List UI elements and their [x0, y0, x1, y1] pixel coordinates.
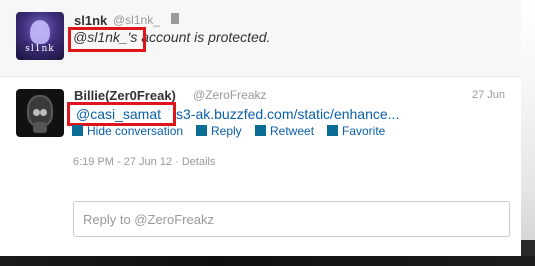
- protected-tweet: sl1nk sl1nk @sl1nk_ @sl1nk_'s account is…: [0, 0, 521, 77]
- action-label: Hide conversation: [87, 124, 184, 138]
- favorite-icon: [327, 125, 338, 136]
- user-handle[interactable]: @sl1nk_: [113, 13, 160, 27]
- highlight-box: [67, 102, 176, 126]
- lock-icon: [171, 13, 179, 24]
- reply-input[interactable]: [74, 202, 509, 236]
- tweet: Billie(Zer0Freak) @ZeroFreakz 27 Jun @ca…: [0, 77, 521, 257]
- avatar-logo-text: sl1nk: [25, 44, 55, 54]
- favorite-action[interactable]: Favorite: [327, 124, 385, 138]
- highlight-box: [68, 27, 146, 52]
- reply-icon: [196, 125, 207, 136]
- avatar-figure: [30, 20, 50, 44]
- retweet-action[interactable]: Retweet: [255, 124, 314, 138]
- eye-icon: [40, 109, 47, 116]
- user-name[interactable]: Billie(Zer0Freak): [74, 88, 176, 103]
- avatar[interactable]: [16, 89, 64, 137]
- hide-conversation-action[interactable]: Hide conversation: [72, 124, 183, 138]
- window-edge: [521, 0, 535, 266]
- reply-action[interactable]: Reply: [196, 124, 242, 138]
- collapse-icon: [72, 125, 83, 136]
- action-label: Reply: [211, 124, 242, 138]
- mask-filter: [33, 122, 47, 133]
- tweet-card: sl1nk sl1nk @sl1nk_ @sl1nk_'s account is…: [0, 0, 521, 257]
- retweet-icon: [255, 125, 266, 136]
- action-label: Retweet: [270, 124, 315, 138]
- url-link[interactable]: s3-ak.buzzfed.com/static/enhance...: [176, 106, 399, 122]
- eye-icon: [33, 109, 40, 116]
- action-label: Favorite: [342, 124, 386, 138]
- avatar[interactable]: sl1nk: [16, 12, 64, 60]
- tweet-timestamp[interactable]: 27 Jun: [472, 89, 505, 101]
- user-handle[interactable]: @ZeroFreakz: [193, 88, 267, 102]
- background-strip: [0, 256, 535, 266]
- reply-box[interactable]: [73, 201, 510, 237]
- tweet-meta[interactable]: 6:19 PM - 27 Jun 12 · Details: [73, 156, 215, 168]
- user-name[interactable]: sl1nk: [74, 13, 107, 28]
